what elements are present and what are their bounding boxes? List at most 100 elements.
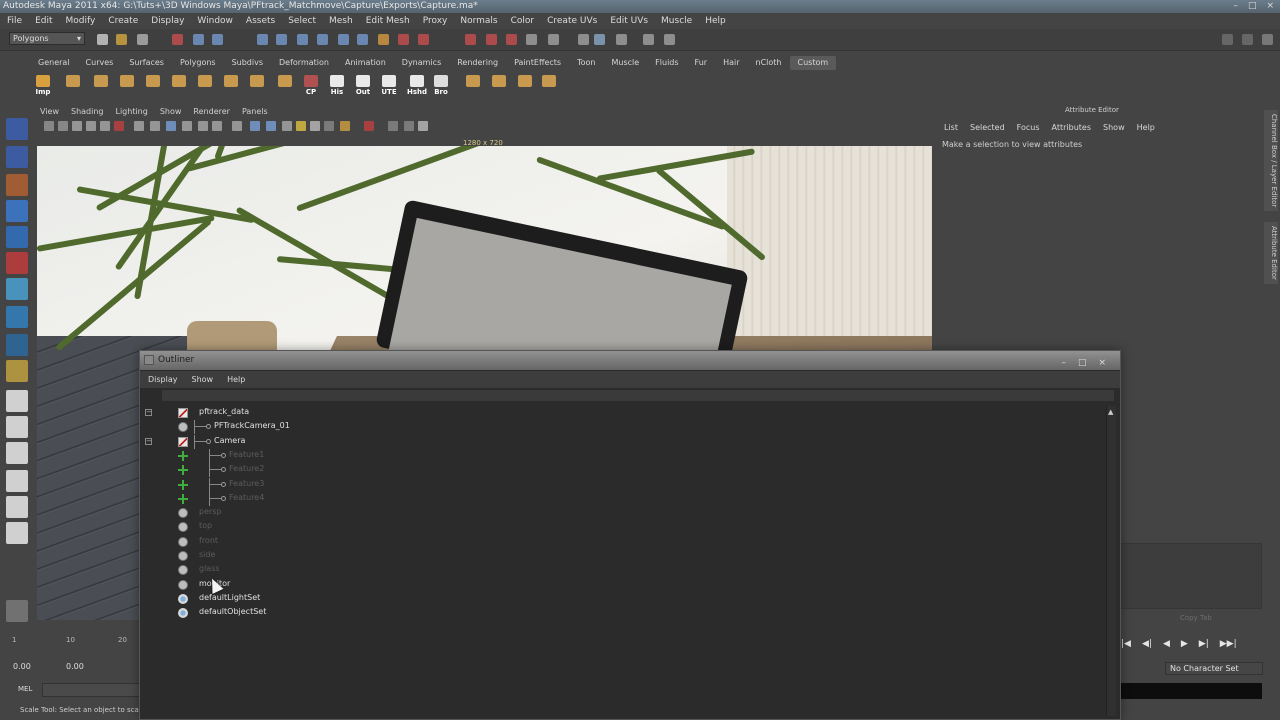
outliner-item[interactable]: defaultLightSet — [140, 592, 1040, 606]
shelf-button-hshd[interactable]: Hshd — [406, 73, 428, 96]
status-tool-icon[interactable] — [643, 34, 654, 45]
collapse-toggle-icon[interactable]: − — [145, 437, 152, 445]
shelf-button-tool-5[interactable] — [168, 73, 190, 95]
outliner-item[interactable]: defaultObjectSet — [140, 606, 1040, 620]
playback-button[interactable]: ▶| — [1199, 639, 1209, 653]
tab-rendering[interactable]: Rendering — [449, 56, 506, 70]
shelf-button-his[interactable]: His — [326, 73, 348, 96]
shelf-button-imp[interactable]: Imp — [32, 73, 54, 96]
outliner-item[interactable]: top — [140, 520, 1040, 534]
status-tool-icon[interactable] — [465, 34, 476, 45]
playback-button[interactable]: ◀ — [1163, 639, 1170, 653]
status-tool-icon[interactable] — [418, 34, 429, 45]
show-manip-icon[interactable] — [6, 334, 28, 356]
panel-toolbar-icon[interactable] — [232, 121, 242, 131]
attr-menu-help[interactable]: Help — [1137, 123, 1155, 132]
attr-menu-list[interactable]: List — [944, 123, 958, 132]
outliner-scrollbar[interactable]: ▲ — [1106, 406, 1116, 716]
menu-set-dropdown[interactable]: Polygons ▾ — [9, 32, 85, 45]
shelf-button-tool-8[interactable] — [246, 73, 268, 95]
status-tool-icon[interactable] — [378, 34, 389, 45]
select-tool-icon[interactable] — [6, 118, 28, 140]
outliner-item[interactable]: Feature3 — [140, 477, 1040, 492]
close-button[interactable]: × — [1266, 0, 1274, 13]
tab-curves[interactable]: Curves — [78, 56, 122, 70]
tab-ncloth[interactable]: nCloth — [748, 56, 790, 70]
panel-toolbar-icon[interactable] — [282, 121, 292, 131]
tab-general[interactable]: General — [30, 56, 78, 70]
status-tool-icon[interactable] — [398, 34, 409, 45]
tab-fluids[interactable]: Fluids — [647, 56, 686, 70]
status-tool-icon[interactable] — [212, 34, 223, 45]
scroll-up-icon[interactable]: ▲ — [1108, 408, 1113, 416]
shelf-button-tool-19[interactable] — [538, 73, 560, 95]
panel-toolbar-icon[interactable] — [388, 121, 398, 131]
panel-toolbar-icon[interactable] — [44, 121, 54, 131]
tab-attribute-editor[interactable]: Attribute Editor — [1264, 222, 1278, 284]
shelf-button-bro[interactable]: Bro — [430, 73, 452, 96]
shelf-button-tool-16[interactable] — [462, 73, 484, 95]
shelf-button-tool-9[interactable] — [274, 73, 296, 95]
panel-toolbar-icon[interactable] — [150, 121, 160, 131]
menu-muscle[interactable]: Muscle — [661, 14, 692, 28]
panel-toolbar-icon[interactable] — [198, 121, 208, 131]
tab-hair[interactable]: Hair — [715, 56, 747, 70]
panel-toolbar-icon[interactable] — [166, 121, 176, 131]
shelf-button-ute[interactable]: UTE — [378, 73, 400, 96]
outliner-item[interactable]: persp — [140, 506, 1040, 520]
panel-toolbar-icon[interactable] — [182, 121, 192, 131]
menu-display[interactable]: Display — [151, 14, 184, 28]
attr-menu-attributes[interactable]: Attributes — [1052, 123, 1092, 132]
menu-help[interactable]: Help — [705, 14, 726, 28]
status-tool-icon[interactable] — [594, 34, 605, 45]
shelf-button-tool-17[interactable] — [488, 73, 510, 95]
layout-toggle-icon[interactable] — [1222, 34, 1233, 45]
tab-custom[interactable]: Custom — [789, 56, 837, 70]
playback-button[interactable]: |◀ — [1121, 639, 1131, 653]
panel-toolbar-icon[interactable] — [100, 121, 110, 131]
panel-menu-shading[interactable]: Shading — [71, 106, 104, 118]
panel-toolbar-icon[interactable] — [72, 121, 82, 131]
shelf-button-tool-3[interactable] — [116, 73, 138, 95]
range-start-field[interactable]: 0.00 — [13, 662, 31, 671]
collapse-toggle-icon[interactable]: − — [145, 409, 152, 416]
paint-select-icon[interactable] — [6, 174, 28, 196]
tab-fur[interactable]: Fur — [687, 56, 716, 70]
panel-toolbar-icon[interactable] — [364, 121, 374, 131]
graph-editor-icon[interactable] — [6, 522, 28, 544]
menu-select[interactable]: Select — [288, 14, 316, 28]
status-tool-icon[interactable] — [578, 34, 589, 45]
panel-menu-panels[interactable]: Panels — [242, 106, 268, 118]
panel-toolbar-icon[interactable] — [324, 121, 334, 131]
outliner-item[interactable]: − pftrack_data — [140, 406, 1040, 420]
outliner-item[interactable]: Feature1 — [140, 448, 1040, 463]
tab-animation[interactable]: Animation — [337, 56, 394, 70]
status-tool-icon[interactable] — [338, 34, 349, 45]
outliner-item[interactable]: − Camera — [140, 434, 1040, 449]
status-tool-icon[interactable] — [257, 34, 268, 45]
shelf-button-cp[interactable]: CP — [300, 73, 322, 96]
tab-surfaces[interactable]: Surfaces — [121, 56, 172, 70]
panel-toolbar-icon[interactable] — [250, 121, 260, 131]
tab-polygons[interactable]: Polygons — [172, 56, 224, 70]
outliner-item[interactable]: side — [140, 549, 1040, 563]
four-pane-icon[interactable] — [6, 416, 28, 438]
mel-label[interactable]: MEL — [18, 685, 32, 693]
tab-painteffects[interactable]: PaintEffects — [506, 56, 569, 70]
shelf-button-tool-4[interactable] — [142, 73, 164, 95]
panel-toolbar-icon[interactable] — [58, 121, 68, 131]
playback-button[interactable]: ▶ — [1181, 639, 1188, 653]
menu-modify[interactable]: Modify — [66, 14, 96, 28]
tab-subdivs[interactable]: Subdivs — [224, 56, 271, 70]
shelf-button-tool-7[interactable] — [220, 73, 242, 95]
status-tool-icon[interactable] — [664, 34, 675, 45]
tab-deformation[interactable]: Deformation — [271, 56, 337, 70]
outliner-item[interactable]: monitor — [140, 578, 1040, 592]
menu-mesh[interactable]: Mesh — [329, 14, 353, 28]
panel-toolbar-icon[interactable] — [340, 121, 350, 131]
playback-button[interactable]: ◀| — [1142, 639, 1152, 653]
status-tool-icon[interactable] — [526, 34, 537, 45]
status-tool-icon[interactable] — [506, 34, 517, 45]
attr-menu-focus[interactable]: Focus — [1017, 123, 1040, 132]
tab-dynamics[interactable]: Dynamics — [394, 56, 449, 70]
